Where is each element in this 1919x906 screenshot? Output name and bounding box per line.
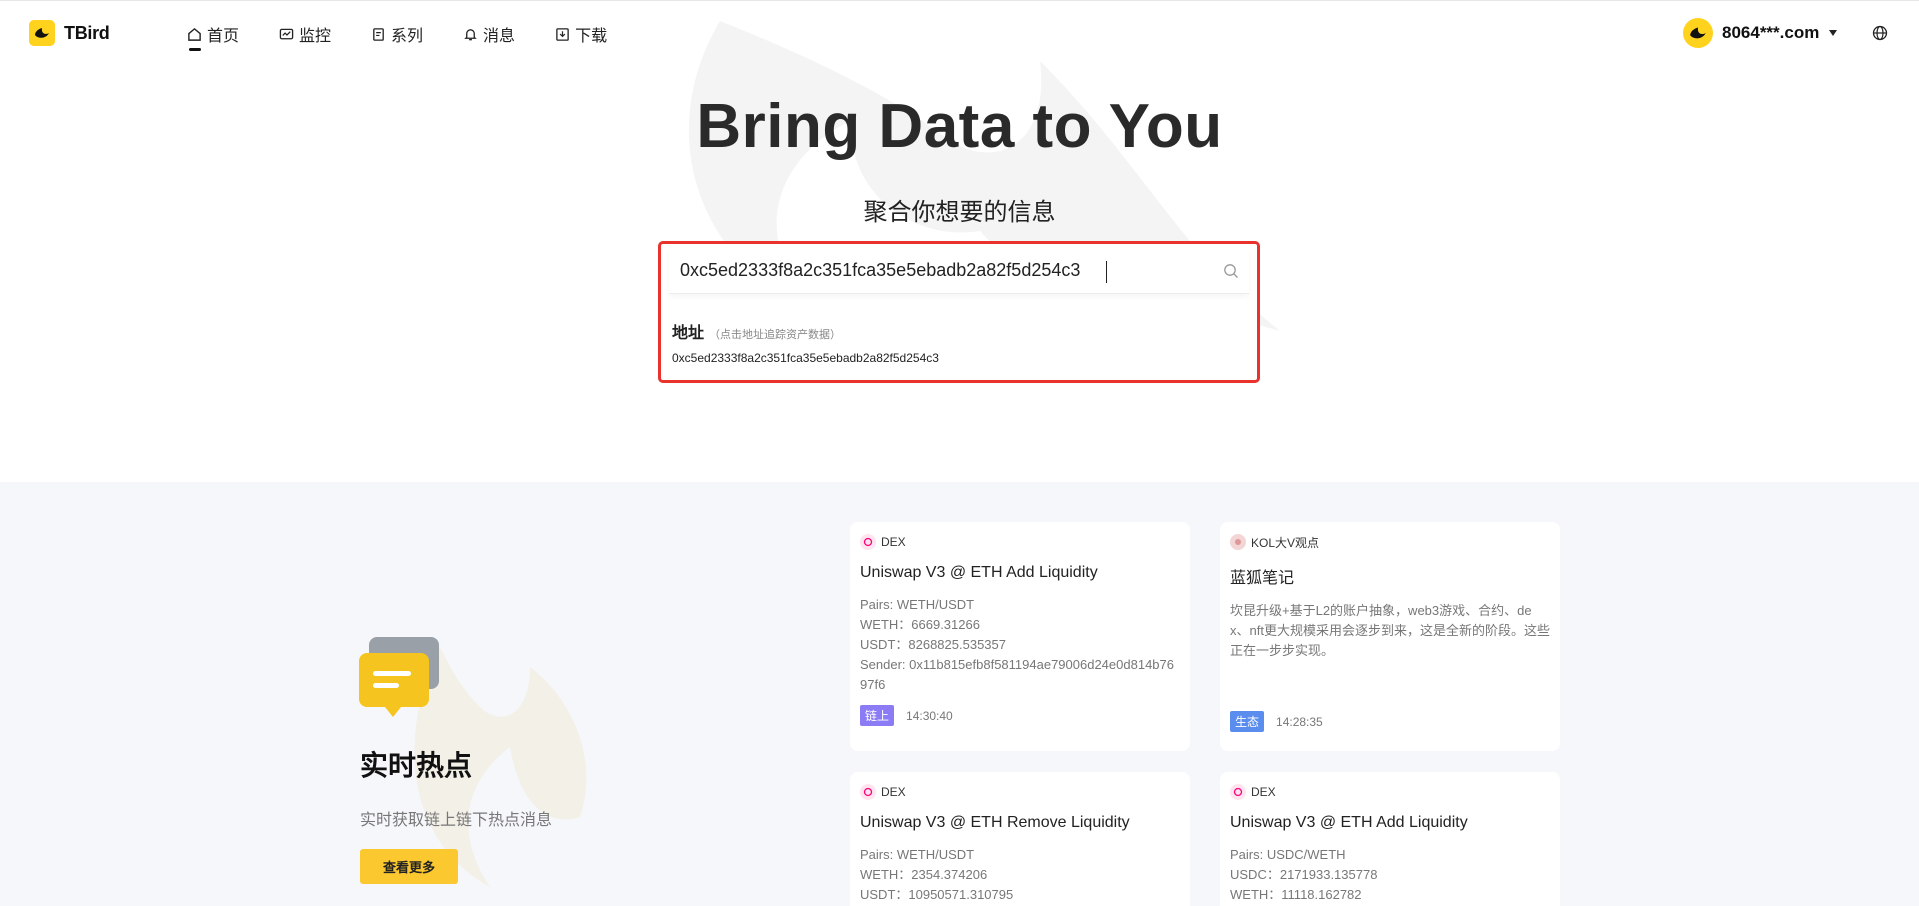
card-title: Uniswap V3 @ ETH Add Liquidity bbox=[1230, 814, 1468, 831]
search-icon[interactable] bbox=[1223, 263, 1239, 279]
card-tag: DEX bbox=[881, 535, 906, 549]
search-input[interactable] bbox=[669, 248, 1249, 294]
card-line: WETH：6669.31266 bbox=[860, 617, 980, 632]
hero-title: Bring Data to You bbox=[696, 92, 1223, 161]
card-line: USDT：8268825.535357 bbox=[860, 637, 1006, 652]
hot-title: 实时热点 bbox=[360, 750, 473, 781]
card-title: 蓝狐笔记 bbox=[1230, 570, 1295, 587]
suggestion-title: 地址 bbox=[672, 325, 705, 342]
address-suggestion[interactable]: 地址 （点击地址追踪资产数据） 0xc5ed2333f8a2c351fca35e… bbox=[672, 319, 1242, 365]
search-panel: 地址 （点击地址追踪资产数据） 0xc5ed2333f8a2c351fca35e… bbox=[658, 241, 1260, 383]
card-line: Pairs: USDC/WETH bbox=[1230, 847, 1346, 862]
card-line: WETH：2354.374206 bbox=[860, 867, 988, 882]
card-body: Pairs: USDC/WETH USDC：2171933.135778 WET… bbox=[1230, 845, 1550, 906]
user-name: 8064***.com bbox=[1722, 23, 1820, 42]
card-line: USDT：10950571.310795 bbox=[860, 887, 1014, 902]
category-badge: 生态 bbox=[1230, 711, 1265, 732]
main-nav: 首页 监控 系列 消息 下载 bbox=[187, 21, 647, 51]
text-cursor bbox=[1106, 261, 1107, 283]
card-time: 14:28:35 bbox=[1276, 714, 1323, 729]
home-icon bbox=[188, 27, 201, 41]
card-line: USDC：2171933.135778 bbox=[1230, 867, 1378, 882]
hot-section: 实时热点 实时获取链上链下热点消息 查看更多 DEX Uniswap V3 @ … bbox=[0, 482, 1919, 906]
news-card[interactable]: KOL大V观点 蓝狐笔记 坎昆升级+基于L2的账户抽象，web3游戏、合约、de… bbox=[1220, 522, 1560, 751]
card-line: Pairs: WETH/USDT bbox=[860, 847, 975, 862]
nav-download[interactable]: 下载 bbox=[555, 21, 607, 47]
language-globe-icon[interactable] bbox=[1872, 25, 1888, 46]
bell-icon bbox=[464, 28, 477, 40]
uniswap-unicorn-icon bbox=[860, 534, 876, 550]
suggestion-address: 0xc5ed2333f8a2c351fca35e5ebadb2a82f5d254… bbox=[672, 351, 939, 365]
card-line: WETH：11118.162782 bbox=[1230, 887, 1362, 902]
news-card[interactable]: DEX Uniswap V3 @ ETH Add Liquidity Pairs… bbox=[850, 522, 1190, 751]
card-title: Uniswap V3 @ ETH Add Liquidity bbox=[860, 564, 1098, 581]
chat-bubble-icon bbox=[359, 637, 439, 717]
suggestion-hint: （点击地址追踪资产数据） bbox=[709, 329, 842, 341]
nav-monitor-label: 监控 bbox=[299, 28, 332, 45]
nav-download-label: 下载 bbox=[575, 28, 608, 45]
nav-series-label: 系列 bbox=[391, 28, 424, 45]
app-logo[interactable]: TBird bbox=[29, 20, 110, 46]
card-body: 坎昆升级+基于L2的账户抽象，web3游戏、合约、dex、nft更大规模采用会逐… bbox=[1230, 601, 1550, 707]
news-card[interactable]: DEX Uniswap V3 @ ETH Add Liquidity Pairs… bbox=[1220, 772, 1560, 906]
category-badge: 链上 bbox=[860, 705, 895, 726]
hot-subtitle: 实时获取链上链下热点消息 bbox=[360, 812, 553, 829]
app-name: TBird bbox=[64, 22, 110, 43]
card-line: Pairs: WETH/USDT bbox=[860, 597, 975, 612]
uniswap-unicorn-icon bbox=[1230, 784, 1246, 800]
user-menu[interactable]: 8064***.com bbox=[1683, 18, 1838, 48]
nav-messages-label: 消息 bbox=[483, 28, 516, 45]
card-tag: DEX bbox=[1251, 785, 1276, 799]
nav-home-label: 首页 bbox=[207, 28, 240, 45]
nav-home[interactable]: 首页 bbox=[187, 21, 240, 51]
uniswap-unicorn-icon bbox=[860, 784, 876, 800]
moon-logo-icon bbox=[29, 20, 55, 46]
series-icon bbox=[373, 27, 384, 41]
chevron-down-icon bbox=[1829, 30, 1838, 36]
nav-series[interactable]: 系列 bbox=[371, 21, 423, 47]
card-body: Pairs: WETH/USDT WETH：6669.31266 USDT：82… bbox=[860, 595, 1180, 701]
user-avatar bbox=[1683, 18, 1713, 48]
download-icon bbox=[556, 27, 569, 41]
card-line: 坎昆升级+基于L2的账户抽象，web3游戏、合约、dex、nft更大规模采用会逐… bbox=[1230, 603, 1550, 658]
card-line: Sender: 0x11b815efb8f581194ae79006d24e0d… bbox=[860, 657, 1174, 692]
kol-avatar-icon bbox=[1230, 534, 1246, 550]
nav-messages[interactable]: 消息 bbox=[463, 21, 515, 47]
hero-subtitle: 聚合你想要的信息 bbox=[863, 199, 1056, 226]
card-title: Uniswap V3 @ ETH Remove Liquidity bbox=[860, 814, 1130, 831]
monitor-icon bbox=[279, 28, 294, 39]
card-body: Pairs: WETH/USDT WETH：2354.374206 USDT：1… bbox=[860, 845, 1180, 906]
card-tag: DEX bbox=[881, 785, 906, 799]
card-tag: KOL大V观点 bbox=[1251, 535, 1320, 550]
news-card[interactable]: DEX Uniswap V3 @ ETH Remove Liquidity Pa… bbox=[850, 772, 1190, 906]
card-time: 14:30:40 bbox=[906, 708, 953, 723]
nav-monitor[interactable]: 监控 bbox=[279, 21, 331, 47]
view-more-button[interactable]: 查看更多 bbox=[360, 849, 458, 884]
